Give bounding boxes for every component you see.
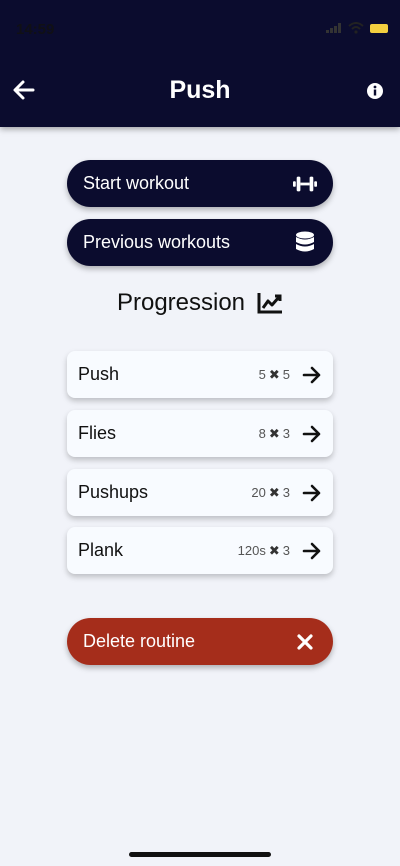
exercise-sets: 20 ✖ 3 <box>251 485 290 501</box>
times-icon: ✖ <box>268 542 280 558</box>
arrow-right-icon <box>302 366 321 383</box>
status-bar: 14:59 <box>0 0 400 44</box>
previous-workouts-button[interactable]: Previous workouts <box>67 219 333 266</box>
exercise-card-pushups[interactable]: Pushups 20 ✖ 3 <box>67 469 333 516</box>
times-icon: ✖ <box>268 484 280 500</box>
arrow-right-icon <box>302 484 321 501</box>
page-title: Push <box>169 76 231 104</box>
chart-line-icon <box>257 293 283 314</box>
exercise-sets-value: 3 <box>282 543 290 558</box>
exercise-card-push[interactable]: Push 5 ✖ 5 <box>67 351 333 398</box>
exercise-sets: 5 ✖ 5 <box>259 367 290 383</box>
database-icon <box>293 231 317 255</box>
wifi-icon <box>348 22 364 34</box>
home-indicator <box>129 852 271 857</box>
info-icon[interactable] <box>366 82 384 100</box>
exercise-sets: 8 ✖ 3 <box>259 426 290 442</box>
exercise-sets: 120s ✖ 3 <box>238 543 290 559</box>
arrow-right-icon <box>302 425 321 442</box>
app-header: 14:59 Push <box>0 0 400 127</box>
exercise-card-flies[interactable]: Flies 8 ✖ 3 <box>67 410 333 457</box>
exercise-sets-value: 3 <box>282 426 290 441</box>
exercise-card-plank[interactable]: Plank 120s ✖ 3 <box>67 527 333 574</box>
signal-icon <box>326 23 341 33</box>
progression-heading: Progression <box>0 289 400 317</box>
delete-routine-button[interactable]: Delete routine <box>67 618 333 665</box>
status-time: 14:59 <box>16 21 55 38</box>
progression-label: Progression <box>116 289 246 316</box>
start-workout-button[interactable]: Start workout <box>67 160 333 207</box>
close-icon <box>293 630 317 654</box>
times-icon: ✖ <box>268 425 280 441</box>
exercise-name: Push <box>78 364 120 384</box>
exercise-sets-value: 3 <box>282 485 290 500</box>
exercise-name: Plank <box>78 540 124 560</box>
exercise-reps-value: 20 <box>251 485 266 500</box>
start-workout-label: Start workout <box>83 173 190 193</box>
delete-routine-label: Delete routine <box>83 631 196 651</box>
exercise-reps-value: 5 <box>258 367 266 382</box>
exercise-reps-value: 120s <box>237 543 266 558</box>
status-icons <box>326 22 388 34</box>
battery-icon <box>370 23 388 33</box>
exercise-sets-value: 5 <box>282 367 290 382</box>
exercise-name: Pushups <box>78 482 149 502</box>
previous-workouts-label: Previous workouts <box>83 232 231 252</box>
arrow-right-icon <box>302 542 321 559</box>
exercise-reps-value: 8 <box>258 426 266 441</box>
exercise-name: Flies <box>78 423 117 443</box>
dumbbell-icon <box>293 172 317 196</box>
times-icon: ✖ <box>268 366 280 382</box>
